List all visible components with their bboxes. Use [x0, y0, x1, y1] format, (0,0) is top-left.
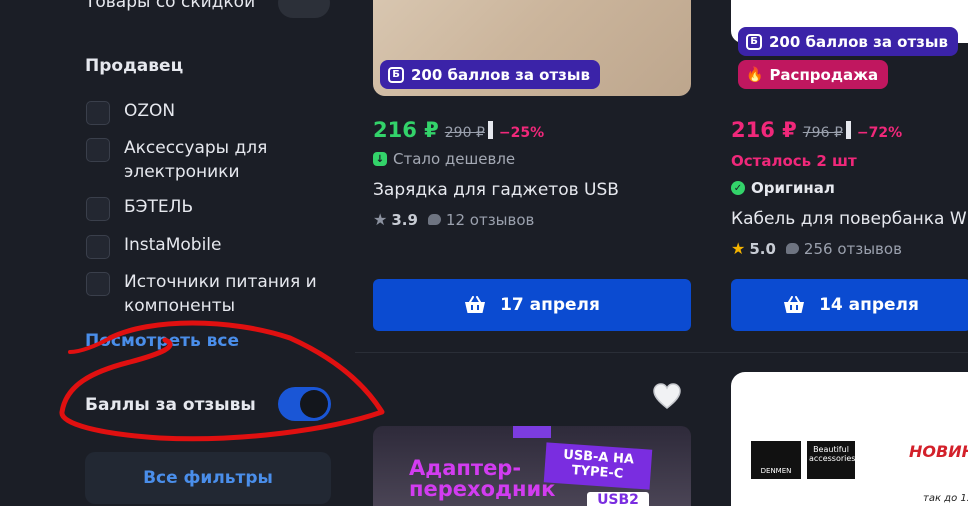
seller-option-accessories[interactable]: Аксессуары для электроники — [86, 136, 324, 184]
product-card[interactable]: USB-A НА TYPE-C Адаптер-переходник USB2 — [373, 372, 691, 506]
toggle-knob — [300, 390, 328, 418]
bonus-toggle-label: Баллы за отзывы — [85, 395, 256, 415]
all-filters-button[interactable]: Все фильтры — [85, 452, 331, 504]
reviews-icon — [427, 214, 441, 225]
reviews-count[interactable]: 256 отзывов — [804, 240, 902, 258]
rating-value: 5.0 — [749, 239, 776, 258]
rating-row: ★ 5.0 256 отзывов — [731, 239, 902, 258]
image-label-adapter: Адаптер-переходник — [409, 456, 556, 501]
price-down-icon: ↓ — [373, 152, 387, 166]
fire-icon: 🔥 — [746, 66, 764, 83]
seller-option-instamobile[interactable]: InstaMobile — [86, 233, 324, 259]
delivery-cart-button[interactable]: 14 апреля — [731, 279, 968, 331]
product-title[interactable]: Кабель для повербанка W — [731, 209, 967, 229]
seller-label: InstaMobile — [124, 235, 222, 255]
bonus-badge: Б 200 баллов за отзыв — [738, 27, 958, 56]
favorite-heart-icon[interactable] — [652, 382, 682, 410]
price-row: 216 ₽ 796 ₽ −72% — [731, 118, 902, 142]
bonus-badge-text: 200 баллов за отзыв — [769, 32, 948, 51]
delivery-date: 17 апреля — [500, 295, 600, 315]
original-note: ✓ Оригинал — [731, 179, 835, 197]
filters-sidebar: Товары со скидкой Продавец OZON Аксессуа… — [0, 0, 355, 506]
old-price: 290 ₽ — [444, 125, 485, 141]
seller-label: Аксессуары для электроники — [124, 138, 268, 182]
star-icon: ★ — [373, 210, 388, 229]
price-separator — [487, 121, 493, 139]
bottom-small-text: так до 15 — [923, 493, 968, 504]
seller-label: БЭТЕЛЬ — [124, 197, 194, 217]
bonus-badge-text: 200 баллов за отзыв — [411, 65, 590, 84]
sale-badge: 🔥 Распродажа — [738, 60, 889, 89]
seller-label: OZON — [124, 101, 176, 121]
price-drop-text: Стало дешевле — [393, 150, 516, 168]
product-card[interactable]: DENMEN Beautiful accessories НОВИН так д… — [731, 372, 968, 506]
product-image[interactable]: DENMEN Beautiful accessories НОВИН так д… — [731, 372, 968, 506]
seller-checkbox[interactable] — [86, 235, 110, 259]
brand-logo-denmen: DENMEN — [751, 441, 801, 479]
discount-filter-label: Товары со скидкой — [85, 0, 256, 12]
seller-heading: Продавец — [85, 56, 184, 76]
bonus-icon: Б — [388, 66, 404, 83]
seller-option-power-sources[interactable]: Источники питания и компоненты — [86, 270, 324, 318]
reviews-icon — [785, 243, 799, 254]
product-title[interactable]: Зарядка для гаджетов USB — [373, 180, 619, 200]
seller-option-betel[interactable]: БЭТЕЛЬ — [86, 195, 324, 221]
product-card[interactable]: Б 200 баллов за отзыв 🔥 Распродажа 216 ₽… — [731, 0, 968, 340]
current-price: 216 ₽ — [731, 118, 797, 142]
image-tab-decoration — [513, 426, 551, 438]
price-separator — [845, 121, 851, 139]
check-icon: ✓ — [731, 181, 745, 195]
sale-badge-text: Распродажа — [769, 65, 879, 84]
delivery-cart-button[interactable]: 17 апреля — [373, 279, 691, 331]
image-label-usb: USB-A НА TYPE-C — [543, 442, 653, 490]
see-all-sellers-link[interactable]: Посмотреть все — [85, 331, 239, 351]
discount-filter-toggle[interactable] — [278, 0, 330, 18]
basket-icon — [784, 296, 805, 313]
rating-row: ★ 3.9 12 отзывов — [373, 210, 534, 229]
discount: −25% — [498, 125, 545, 141]
new-label: НОВИН — [909, 442, 968, 461]
delivery-date: 14 апреля — [819, 295, 919, 315]
brand-tagline: Beautiful accessories — [809, 445, 856, 463]
image-label-usb2: USB2 — [587, 492, 649, 506]
basket-icon — [465, 296, 486, 313]
stock-note: Осталось 2 шт — [731, 152, 857, 170]
rating-value: 3.9 — [391, 210, 418, 229]
price-drop-note: ↓ Стало дешевле — [373, 150, 515, 168]
seller-checkbox[interactable] — [86, 138, 110, 162]
product-image[interactable]: USB-A НА TYPE-C Адаптер-переходник USB2 — [373, 426, 691, 506]
current-price: 216 ₽ — [373, 118, 439, 142]
bonus-for-reviews-toggle[interactable] — [278, 387, 331, 421]
bonus-badge: Б 200 баллов за отзыв — [380, 60, 600, 89]
seller-label: Источники питания и компоненты — [124, 272, 317, 316]
discount: −72% — [856, 125, 903, 141]
old-price: 796 ₽ — [802, 125, 843, 141]
seller-checkbox[interactable] — [86, 197, 110, 221]
original-text: Оригинал — [751, 179, 835, 197]
product-card[interactable]: Б 200 баллов за отзыв 216 ₽ 290 ₽ −25% ↓… — [373, 0, 691, 340]
brand-logo-beautiful: Beautiful accessories — [807, 441, 855, 479]
price-row: 216 ₽ 290 ₽ −25% — [373, 118, 544, 142]
brand-name: DENMEN — [760, 467, 792, 475]
seller-checkbox[interactable] — [86, 101, 110, 125]
seller-checkbox[interactable] — [86, 272, 110, 296]
bonus-icon: Б — [746, 33, 762, 50]
star-icon: ★ — [731, 239, 746, 258]
seller-option-ozon[interactable]: OZON — [86, 99, 324, 125]
row-divider — [355, 352, 968, 353]
reviews-count[interactable]: 12 отзывов — [446, 211, 534, 229]
